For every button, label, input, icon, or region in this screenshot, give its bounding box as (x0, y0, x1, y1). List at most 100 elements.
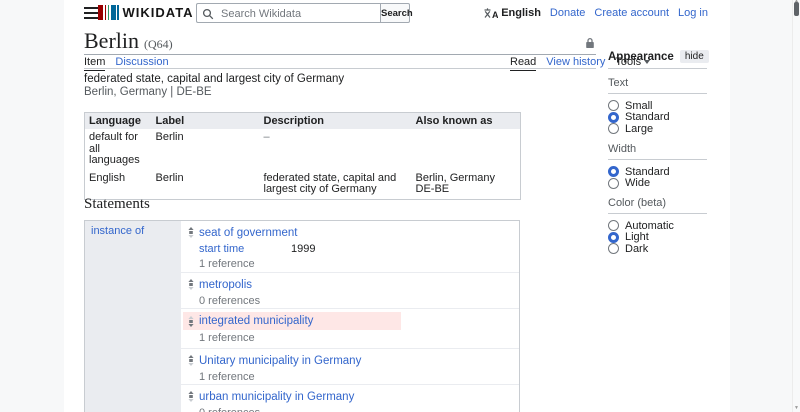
radio-label: Standard (625, 165, 670, 178)
appearance-section-label: Color (beta) (608, 197, 707, 214)
radio-option-light[interactable]: Light (608, 231, 707, 244)
references-toggle[interactable]: 0 references (181, 406, 519, 412)
terms-table-body: default for all languages Berlin – English B… (85, 129, 521, 199)
col-description: Description (259, 112, 412, 129)
cell-also-known-as: Berlin, Germany DE-BE (412, 170, 521, 200)
radio-button[interactable] (608, 177, 619, 189)
terms-table: Language Label Description Also known as… (84, 112, 521, 200)
svg-text:A: A (492, 10, 498, 19)
appearance-options: Standard Wide (608, 166, 707, 189)
radio-button[interactable] (608, 111, 619, 123)
language-label: English (501, 7, 541, 19)
wikidata-logo[interactable]: WIKIDATA (98, 5, 194, 20)
title-divider (84, 54, 596, 55)
references-toggle[interactable]: 1 reference (181, 370, 519, 384)
radio-button[interactable] (608, 243, 619, 255)
language-selector[interactable]: A English (484, 7, 541, 19)
radio-label: Automatic (625, 219, 674, 232)
wikidata-item-page: WIKIDATA Search Wikidata Search A Englis… (0, 0, 800, 412)
statement-main-snak: metropolis (183, 276, 401, 293)
table-row: English Berlin federated state, capital an… (85, 170, 521, 200)
page-title: Berlin (Q64) (84, 28, 173, 53)
col-also-known-as: Also known as (411, 112, 521, 129)
cell-also-known-as (412, 129, 521, 170)
radio-button[interactable] (608, 123, 619, 135)
appearance-header: Appearance hide (608, 50, 709, 69)
statement-row: integrated municipality 1 reference (181, 309, 519, 349)
radio-option-large[interactable]: Large (608, 123, 707, 135)
statement-main-snak: integrated municipality (183, 312, 401, 330)
appearance-hide-button[interactable]: hide (679, 50, 709, 63)
statement-row: metropolis 0 references (181, 273, 519, 309)
scrollbar-thumb[interactable] (794, 2, 799, 16)
appearance-section-label: Text (608, 77, 707, 94)
statement-property-column: instance of (85, 221, 181, 412)
right-gutter (730, 0, 792, 412)
col-language: Language (84, 112, 152, 129)
scrollbar-down-arrow[interactable]: ▼ (793, 406, 800, 411)
radio-label: Light (625, 231, 649, 244)
rank-icon (188, 279, 194, 290)
rank-icon (188, 315, 194, 327)
radio-option-standard[interactable]: Standard (608, 166, 707, 178)
statement-value-link[interactable]: integrated municipality (199, 315, 313, 327)
statement-value-link[interactable]: Unitary municipality in Germany (199, 355, 361, 367)
item-description: federated state, capital and largest cit… (84, 73, 345, 85)
search-input[interactable] (219, 4, 379, 24)
references-toggle[interactable]: 1 reference (181, 331, 519, 345)
rank-icon (188, 391, 194, 402)
top-bar: WIKIDATA Search Wikidata Search A Englis… (64, 0, 730, 26)
radio-option-automatic[interactable]: Automatic (608, 220, 707, 232)
create-account-link[interactable]: Create account (594, 7, 669, 19)
references-toggle[interactable]: 0 references (181, 294, 519, 308)
tabs-divider (84, 68, 596, 69)
radio-label: Small (625, 99, 653, 112)
radio-option-standard[interactable]: Standard (608, 111, 707, 124)
radio-button[interactable] (608, 220, 619, 232)
radio-label: Standard (625, 111, 670, 124)
qualifier-property-link[interactable]: start time (199, 243, 291, 255)
statement-value-link[interactable]: seat of government (199, 227, 297, 239)
user-links: A English Donate Create account Log in (484, 0, 708, 26)
cell-description: – (263, 131, 270, 143)
terms-table-header-row: Language Label Description Also known as (84, 112, 521, 129)
radio-option-small[interactable]: Small (608, 100, 707, 112)
appearance-sections: Text Small Standard Large Width Standard Wide C… (608, 77, 707, 255)
col-label: Label (151, 112, 260, 129)
item-qid: (Q64) (144, 37, 173, 51)
content-area: WIKIDATA Search Wikidata Search A Englis… (64, 0, 730, 412)
cell-description: federated state, capital and largest cit… (263, 171, 397, 195)
statement-row: Unitary municipality in Germany 1 referen… (181, 349, 519, 385)
appearance-options: Automatic Light Dark (608, 220, 707, 255)
vertical-scrollbar[interactable]: ▲ ▼ (792, 0, 800, 412)
radio-label: Dark (625, 242, 649, 255)
statement-main-snak: urban municipality in Germany (183, 388, 401, 405)
radio-button[interactable] (608, 166, 619, 178)
search-form: Search (196, 3, 413, 24)
radio-option-wide[interactable]: Wide (608, 177, 707, 189)
radio-button[interactable] (608, 100, 619, 112)
rank-icon (188, 227, 194, 238)
radio-option-dark[interactable]: Dark (608, 243, 707, 255)
log-in-link[interactable]: Log in (678, 7, 708, 19)
donate-link[interactable]: Donate (550, 7, 585, 19)
search-icon (202, 8, 214, 20)
qualifier-value: 1999 (291, 242, 316, 255)
item-aliases: Berlin, Germany | DE-BE (84, 86, 212, 98)
wikidata-wordmark: WIKIDATA (122, 5, 194, 20)
references-toggle[interactable]: 1 reference (181, 257, 519, 271)
statement-main-snak: seat of government (183, 224, 401, 241)
statement-value-link[interactable]: urban municipality in Germany (199, 391, 354, 403)
radio-button[interactable] (608, 231, 619, 243)
statement-value-link[interactable]: metropolis (199, 279, 252, 291)
search-button[interactable]: Search (380, 3, 413, 23)
search-box (196, 3, 380, 24)
lock-icon (585, 37, 595, 52)
appearance-title: Appearance (608, 50, 674, 63)
property-link[interactable]: instance of (91, 225, 175, 237)
cell-label: Berlin (155, 171, 184, 184)
statement-row: urban municipality in Germany 0 reference… (181, 385, 519, 412)
menu-icon[interactable] (84, 7, 99, 19)
radio-label: Large (625, 122, 654, 135)
table-row: default for all languages Berlin – (85, 129, 521, 170)
